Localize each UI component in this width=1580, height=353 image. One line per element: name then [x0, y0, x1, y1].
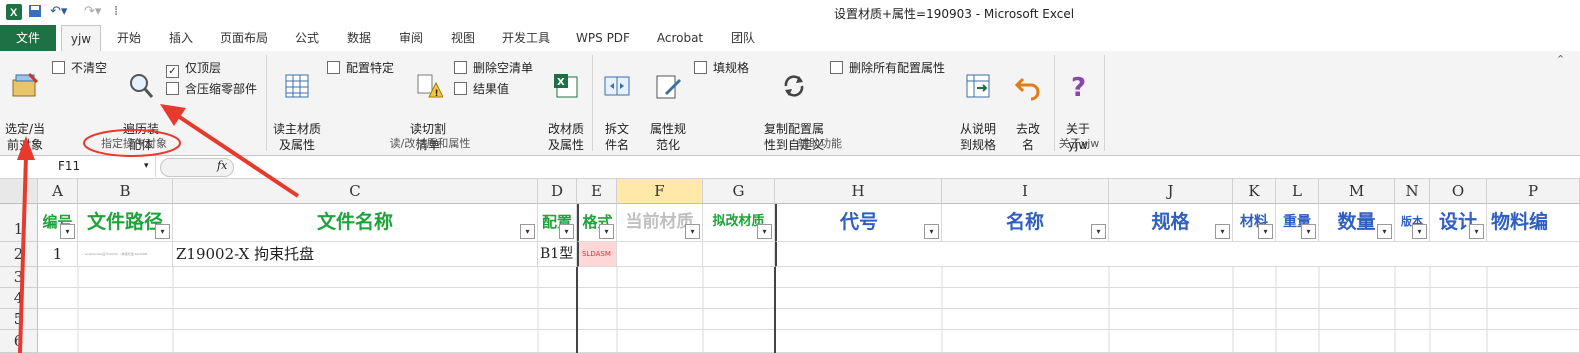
annotation-arrowhead — [17, 136, 35, 160]
red-annotations — [17, 104, 300, 353]
annotation-arrowhead — [160, 104, 186, 126]
annotation-arrow-line — [18, 155, 28, 353]
annotation-circle — [83, 129, 181, 157]
annotation-arrow-line — [176, 114, 300, 198]
